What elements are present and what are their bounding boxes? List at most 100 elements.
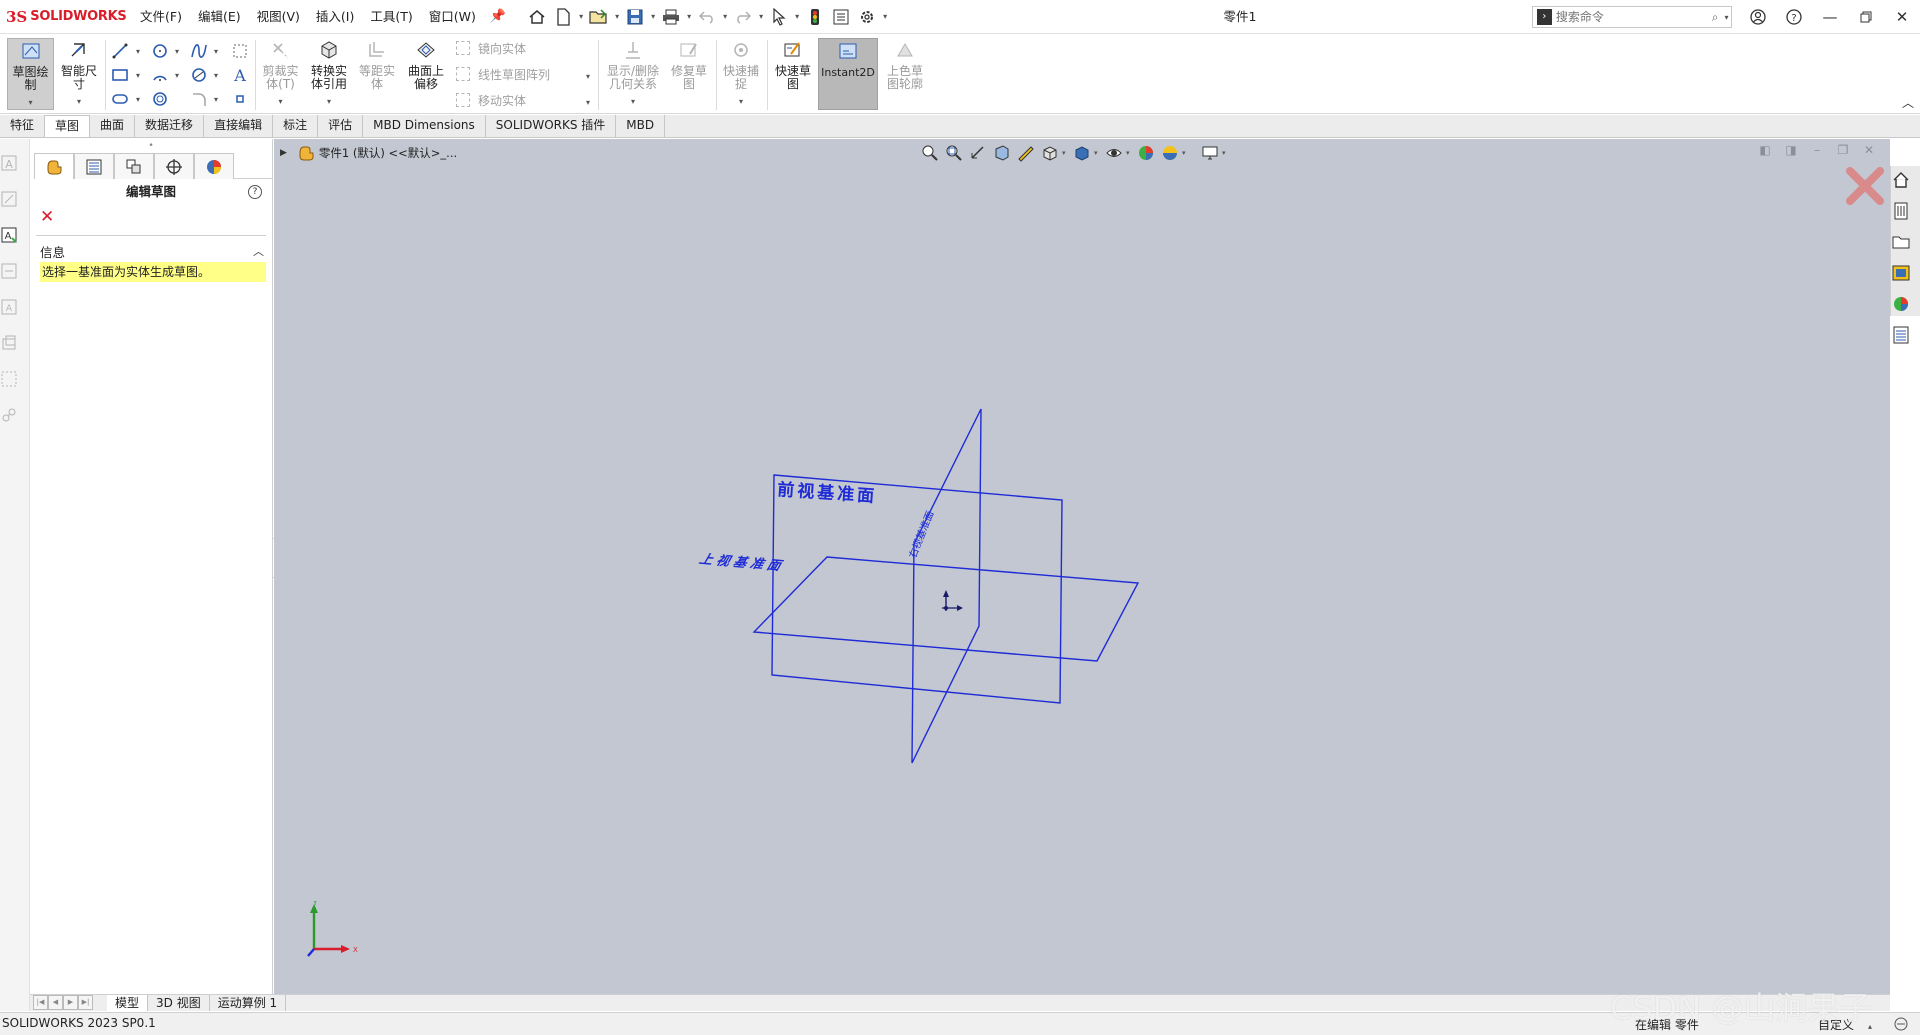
first-tab-icon[interactable]: |◀	[33, 995, 48, 1010]
smart-dimension-button[interactable]: 智能尺 寸 ▾	[56, 38, 102, 110]
right-plane-outline[interactable]	[911, 408, 982, 764]
shaded-sketch-contours-button[interactable]: 上色草 图轮廓	[880, 38, 930, 110]
sketch-annotation-icon[interactable]: A	[0, 298, 18, 316]
rebuild-traffic-light-icon[interactable]	[802, 4, 828, 30]
display-manager-tab[interactable]	[194, 153, 234, 179]
menu-tools[interactable]: 工具(T)	[362, 0, 420, 34]
cancel-button[interactable]: ✕	[30, 205, 272, 229]
open-folder-icon[interactable]	[586, 4, 612, 30]
file-explorer-icon[interactable]	[1891, 232, 1911, 252]
help-icon[interactable]: ?	[1776, 0, 1812, 34]
circle-tool-icon[interactable]	[148, 40, 172, 62]
menu-window[interactable]: 窗口(W)	[421, 0, 484, 34]
slot-dropdown-icon[interactable]: ▾	[136, 95, 140, 104]
configuration-manager-tab[interactable]	[114, 153, 154, 179]
minimize-icon[interactable]: —	[1812, 0, 1848, 34]
chevron-up-icon[interactable]: ︿	[253, 243, 264, 259]
solidworks-resources-home-icon[interactable]	[1891, 170, 1911, 190]
save-icon[interactable]	[622, 4, 648, 30]
last-tab-icon[interactable]: ▶|	[78, 995, 93, 1010]
view-palette-icon[interactable]	[1891, 263, 1911, 283]
open-dropdown-icon[interactable]: ▾	[612, 12, 622, 21]
quick-snap-dropdown-icon[interactable]: ▾	[718, 95, 764, 108]
user-account-icon[interactable]	[1740, 0, 1776, 34]
collapse-ribbon-icon[interactable]: ︿	[1902, 94, 1914, 111]
menu-file[interactable]: 文件(F)	[132, 0, 190, 34]
undo-dropdown-icon[interactable]: ▾	[720, 12, 730, 21]
tab-data-migration[interactable]: 数据迁移	[135, 115, 205, 137]
redo-icon[interactable]	[730, 4, 756, 30]
ellipse-tool-icon[interactable]	[148, 88, 172, 110]
tab-mbd[interactable]: MBD	[616, 115, 666, 137]
options-dropdown-icon[interactable]: ▾	[880, 12, 890, 21]
trim-entities-button[interactable]: 剪裁实 体(T) ▾	[258, 38, 303, 110]
tab-markup[interactable]: 标注	[273, 115, 319, 137]
tab-3d-views[interactable]: 3D 视图	[148, 995, 210, 1011]
search-dropdown-icon[interactable]: ▾	[1724, 13, 1731, 22]
rectangle-dropdown-icon[interactable]: ▾	[136, 71, 140, 80]
options-gear-icon[interactable]	[854, 4, 880, 30]
construction-geometry-icon[interactable]	[228, 40, 252, 62]
tab-model[interactable]: 模型	[107, 995, 149, 1011]
display-delete-relations-button[interactable]: 显示/删除 几何关系 ▾	[602, 38, 664, 110]
graphics-area[interactable]: ▶ 零件1 (默认) <<默认>_... ▾ ▾ ▾ ▾ ▾ ◧ ◨ – ❐ ✕…	[274, 139, 1890, 994]
quick-snaps-button[interactable]: 快速捕 捉 ▾	[718, 38, 764, 110]
custom-properties-icon[interactable]	[1891, 325, 1911, 345]
rebuild-status-icon[interactable]	[1892, 1015, 1910, 1033]
sketch-block-icon[interactable]	[0, 334, 18, 352]
sketch-grid-icon[interactable]	[0, 370, 18, 388]
file-properties-icon[interactable]	[828, 4, 854, 30]
sketch-link-icon[interactable]	[0, 406, 18, 424]
sketch-dropdown-icon[interactable]: ▾	[8, 96, 53, 109]
fillet-tool-icon[interactable]	[187, 88, 211, 110]
design-library-icon[interactable]	[1891, 201, 1911, 221]
tab-direct-editing[interactable]: 直接编辑	[204, 115, 274, 137]
text-tool-icon[interactable]: A	[228, 64, 252, 86]
polygon-dropdown-icon[interactable]: ▾	[214, 71, 218, 80]
spline-tool-icon[interactable]	[187, 40, 211, 62]
move-dropdown-icon[interactable]: ▾	[586, 98, 590, 107]
next-tab-icon[interactable]: ▶	[63, 995, 78, 1010]
tab-motion-study-1[interactable]: 运动算例 1	[210, 995, 287, 1011]
tab-features[interactable]: 特征	[0, 115, 46, 137]
undo-icon[interactable]	[694, 4, 720, 30]
redo-dropdown-icon[interactable]: ▾	[756, 12, 766, 21]
close-window-icon[interactable]: ✕	[1884, 0, 1920, 34]
save-dropdown-icon[interactable]: ▾	[648, 12, 658, 21]
search-commands-box[interactable]: › ⌕ ▾	[1532, 6, 1732, 28]
repair-sketch-button[interactable]: 修复草 图	[666, 38, 712, 110]
select-dropdown-icon[interactable]: ▾	[792, 12, 802, 21]
instant2d-button[interactable]: Instant2D	[818, 38, 878, 110]
move-entities-button[interactable]: 移动实体	[456, 89, 526, 111]
polygon-tool-icon[interactable]	[187, 64, 211, 86]
offset-entities-button[interactable]: 等距实 体	[354, 38, 400, 110]
sketch-relation-icon[interactable]	[0, 262, 18, 280]
info-group-header[interactable]: 信息 ︿	[40, 240, 266, 262]
line-tool-icon[interactable]	[108, 40, 132, 62]
offset-on-surface-button[interactable]: 曲面上 偏移	[402, 38, 450, 110]
mirror-entities-button[interactable]: 镜向实体	[456, 37, 526, 59]
print-icon[interactable]	[658, 4, 684, 30]
select-arrow-icon[interactable]	[766, 4, 792, 30]
panel-grip[interactable]: •	[30, 139, 272, 153]
menu-edit[interactable]: 编辑(E)	[190, 0, 249, 34]
line-dropdown-icon[interactable]: ▾	[136, 47, 140, 56]
new-dropdown-icon[interactable]: ▾	[576, 12, 586, 21]
arc-dropdown-icon[interactable]: ▾	[175, 71, 179, 80]
spline-dropdown-icon[interactable]: ▾	[214, 47, 218, 56]
sketch-text-icon[interactable]: A	[0, 154, 18, 172]
previous-tab-icon[interactable]: ◀	[48, 995, 63, 1010]
convert-dropdown-icon[interactable]: ▾	[306, 95, 352, 108]
rapid-sketch-button[interactable]: 快速草 图	[770, 38, 816, 110]
linear-pattern-dropdown-icon[interactable]: ▾	[586, 72, 590, 81]
pin-menu-icon[interactable]: 📌	[484, 9, 512, 24]
new-document-icon[interactable]	[550, 4, 576, 30]
circle-dropdown-icon[interactable]: ▾	[175, 47, 179, 56]
smart-dimension-dropdown-icon[interactable]: ▾	[56, 95, 102, 108]
help-icon[interactable]: ?	[248, 185, 262, 199]
search-icon[interactable]: ⌕	[1706, 10, 1725, 25]
restore-icon[interactable]	[1848, 0, 1884, 34]
menu-insert[interactable]: 插入(I)	[308, 0, 362, 34]
tab-solidworks-addins[interactable]: SOLIDWORKS 插件	[485, 115, 617, 137]
sketch-button[interactable]: 草图绘 制 ▾	[7, 38, 54, 110]
